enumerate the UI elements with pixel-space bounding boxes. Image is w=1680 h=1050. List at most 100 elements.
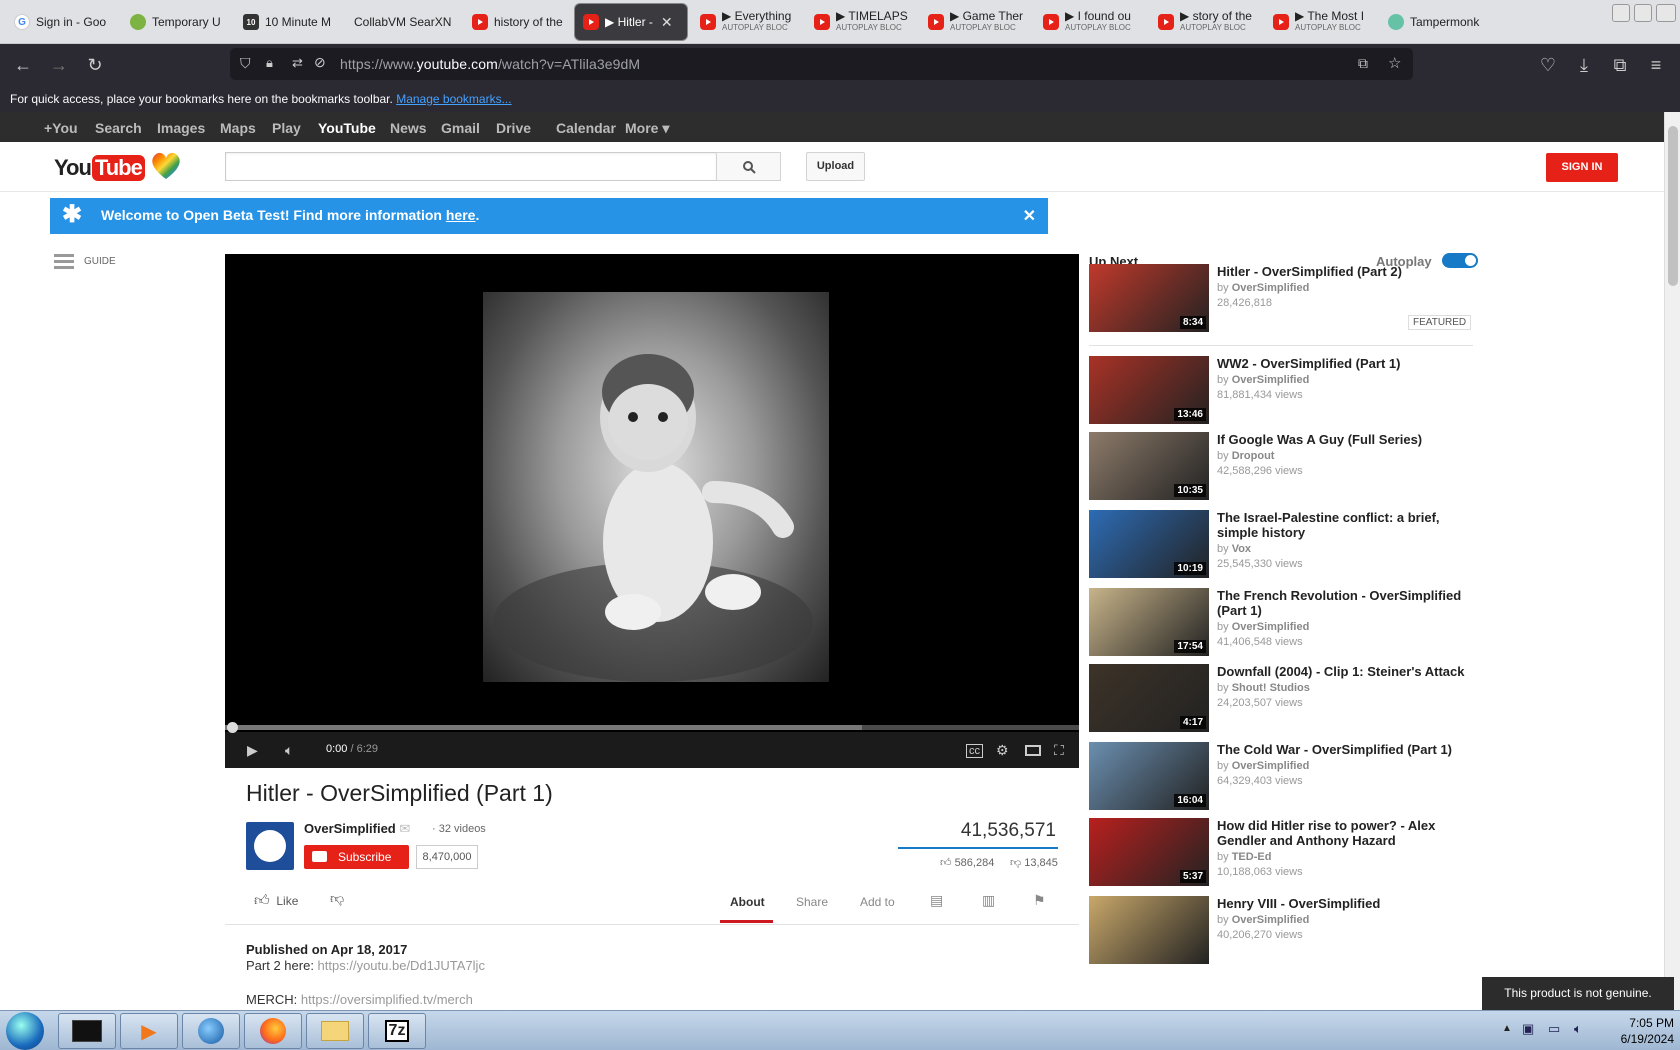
tray-expand-icon[interactable]: ▲ [1502,1023,1512,1034]
page-scrollbar[interactable] [1664,112,1680,1010]
browser-tab[interactable]: ▶ I found ou AUTOPLAY BLOC [1035,4,1143,40]
tray-network-icon[interactable]: ▣ [1522,1021,1534,1037]
related-video-title[interactable]: The Israel-Palestine conflict: a brief, … [1217,510,1479,540]
browser-tab[interactable]: history of the [464,4,570,40]
related-video-title[interactable]: How did Hitler rise to power? - Alex Gen… [1217,818,1479,848]
downloads-icon[interactable]: ⤓ [1573,54,1595,76]
related-video-item[interactable]: 10:19 The Israel-Palestine conflict: a br… [1089,510,1479,580]
browser-tab[interactable]: Tampermonk [1380,4,1490,40]
shield-icon[interactable]: ⛉ [240,55,251,72]
extensions-icon[interactable]: ⧉ [1609,54,1631,76]
browser-tab[interactable]: ▶ The Most I AUTOPLAY BLOC [1265,4,1373,40]
close-window-button[interactable] [1656,4,1676,22]
part2-link[interactable]: https://youtu.be/Dd1JUTA7ljc [318,958,485,973]
gbar-item[interactable]: Maps [220,120,256,136]
manage-bookmarks-link[interactable]: Manage bookmarks... [396,92,511,106]
related-video-item[interactable]: 10:35 If Google Was A Guy (Full Series) by… [1089,432,1479,502]
sign-in-button[interactable]: SIGN IN [1546,153,1618,182]
progress-bar[interactable] [225,722,1079,733]
pocket-icon[interactable]: ♡ [1537,54,1559,76]
browser-tab[interactable]: CollabVM SearXN [346,4,454,40]
video-thumbnail[interactable]: 17:54 [1089,588,1209,656]
menu-icon[interactable]: ≡ [1645,54,1667,76]
video-thumbnail[interactable]: 8:34 [1089,264,1209,332]
taskbar-app-explorer[interactable] [306,1013,364,1049]
captions-icon[interactable]: cc [966,744,983,758]
volume-icon[interactable]: 🔈︎ [285,742,293,759]
forward-icon[interactable]: → [48,54,70,76]
browser-tab[interactable]: ▶ Everything AUTOPLAY BLOC [692,4,800,40]
close-icon[interactable]: ✕ [1023,206,1036,226]
gbar-item[interactable]: Play [272,120,301,136]
video-thumbnail[interactable]: 13:46 [1089,356,1209,424]
browser-tab[interactable]: 10 10 Minute M [235,4,339,40]
taskbar-app-media-player[interactable]: ▶ [120,1013,178,1049]
taskbar-app-ie[interactable] [182,1013,240,1049]
upload-button[interactable]: Upload [806,152,865,181]
youtube-logo[interactable]: You Tube [54,151,183,184]
search-button[interactable] [716,152,781,181]
gbar-item[interactable]: Calendar [556,120,616,136]
gbar-item[interactable]: Images [157,120,205,136]
permissions-icon[interactable]: ⇄ [292,55,303,71]
bookmark-star-icon[interactable]: ☆ [1388,54,1401,72]
related-video-title[interactable]: WW2 - OverSimplified (Part 1) [1217,356,1479,371]
transcript-icon[interactable]: ▤ [930,892,943,909]
channel-avatar[interactable] [246,822,294,870]
related-video-item[interactable]: 17:54 The French Revolution - OverSimplif… [1089,588,1479,658]
translate-icon[interactable]: ⧉ [1358,55,1368,72]
related-video-item[interactable]: 4:17 Downfall (2004) - Clip 1: Steiner's … [1089,664,1479,734]
back-icon[interactable]: ← [12,54,34,76]
gbar-item[interactable]: Search [95,120,142,136]
related-video-title[interactable]: Hitler - OverSimplified (Part 2) [1217,264,1479,279]
subscribe-button[interactable]: Subscribe [304,845,409,869]
related-video-title[interactable]: The Cold War - OverSimplified (Part 1) [1217,742,1479,757]
video-thumbnail[interactable]: 10:35 [1089,432,1209,500]
url-bar[interactable]: ⛉ 🔒︎ ⇄ ⊘ https://www.youtube.com/watch?v… [230,48,1413,80]
settings-gear-icon[interactable]: ⚙ [996,742,1009,759]
gbar-item[interactable]: Gmail [441,120,480,136]
guide-button[interactable]: GUIDE [54,254,116,269]
start-button[interactable] [6,1012,44,1050]
tab-add-to[interactable]: Add to [860,895,895,909]
related-video-title[interactable]: Henry VIII - OverSimplified [1217,896,1479,911]
related-video-item[interactable]: 13:46 WW2 - OverSimplified (Part 1) by Ove… [1089,356,1479,426]
video-thumbnail[interactable]: 4:17 [1089,664,1209,732]
video-thumbnail[interactable]: 10:19 [1089,510,1209,578]
video-player[interactable]: ▶ 🔈︎ 0:00 / 6:29 cc ⚙ ⛶ [225,254,1079,768]
video-thumbnail[interactable] [1089,896,1209,964]
browser-tab[interactable]: Temporary U [122,4,228,40]
browser-tab[interactable]: ▶ Hitler - ✕ [575,4,687,40]
like-button[interactable]: 👍︎ Like [254,892,298,910]
close-tab-icon[interactable]: ✕ [661,14,673,31]
related-video-item[interactable]: 5:37 How did Hitler rise to power? - Alex… [1089,818,1479,888]
gbar-item[interactable]: News [390,120,427,136]
scrubber-handle[interactable] [227,722,238,733]
tray-monitor-icon[interactable]: ▭ [1548,1021,1560,1037]
browser-tab[interactable]: G Sign in - Goo [6,4,114,40]
merch-link[interactable]: https://oversimplified.tv/merch [301,992,473,1007]
browser-tab[interactable]: ▶ story of the AUTOPLAY BLOC [1150,4,1258,40]
browser-tab[interactable]: ▶ Game Ther AUTOPLAY BLOC [920,4,1028,40]
search-input[interactable] [225,152,717,181]
maximize-button[interactable] [1634,4,1652,22]
gbar-item[interactable]: +You [44,120,78,136]
video-thumbnail[interactable]: 16:04 [1089,742,1209,810]
video-thumbnail[interactable]: 5:37 [1089,818,1209,886]
statistics-icon[interactable]: ▥ [982,892,995,909]
related-video-title[interactable]: Downfall (2004) - Clip 1: Steiner's Atta… [1217,664,1479,679]
channel-name[interactable]: OverSimplified ✉ [304,821,410,837]
tray-volume-icon[interactable]: 🔈︎ [1574,1021,1582,1037]
minimize-button[interactable] [1612,4,1630,22]
related-video-item[interactable]: Henry VIII - OverSimplified by OverSimpli… [1089,896,1479,966]
dislike-button[interactable]: 👎︎ [330,890,344,907]
gbar-item[interactable]: YouTube [318,120,376,136]
taskbar-app-terminal[interactable] [58,1013,116,1049]
tab-share[interactable]: Share [796,895,828,909]
theater-mode-icon[interactable] [1025,745,1041,756]
related-video-title[interactable]: If Google Was A Guy (Full Series) [1217,432,1479,447]
tracking-protection-icon[interactable]: ⊘ [314,54,326,71]
play-icon[interactable]: ▶ [247,742,258,759]
report-flag-icon[interactable]: ⚑ [1033,892,1046,909]
fullscreen-icon[interactable]: ⛶ [1054,742,1064,759]
